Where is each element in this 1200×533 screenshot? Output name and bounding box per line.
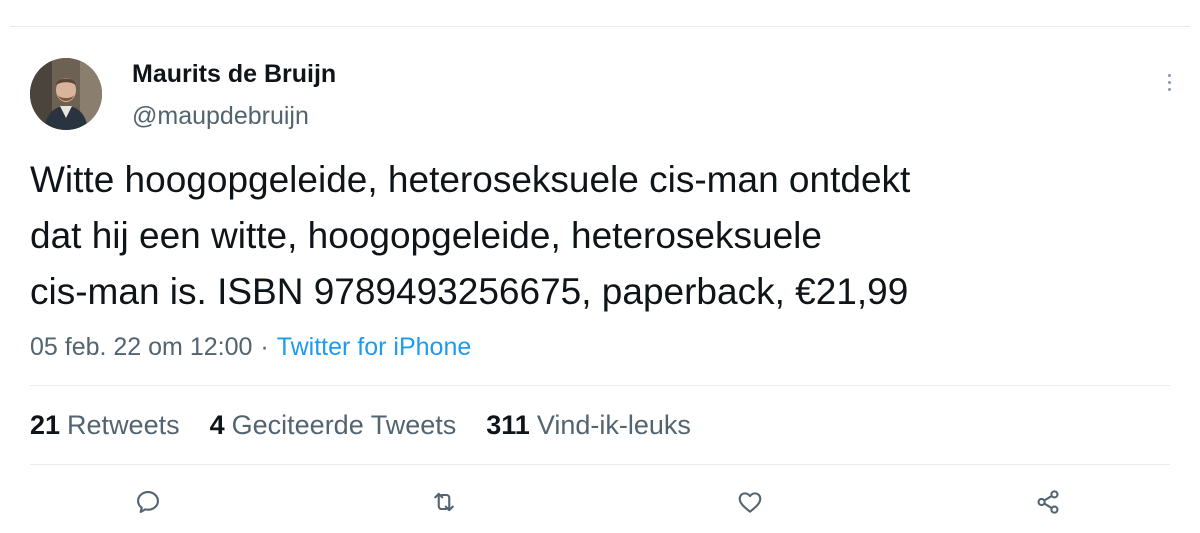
top-divider — [10, 26, 1190, 27]
avatar[interactable] — [30, 58, 102, 130]
quotes-stat[interactable]: 4 Geciteerde Tweets — [210, 410, 457, 441]
quotes-label: Geciteerde Tweets — [231, 410, 457, 440]
tweet-meta: 05 feb. 22 om 12:00 · Twitter for iPhone — [30, 333, 471, 362]
reply-icon — [137, 491, 159, 513]
retweets-stat[interactable]: 21 Retweets — [30, 410, 180, 441]
likes-count: 311 — [486, 410, 530, 440]
avatar-photo — [30, 58, 102, 130]
tweet-source-link[interactable]: Twitter for iPhone — [277, 333, 472, 361]
meta-separator: · — [260, 333, 269, 361]
tweet-text-line: cis-man is. ISBN 9789493256675, paperbac… — [30, 271, 909, 312]
divider — [30, 385, 1170, 386]
tweet-text: Witte hoogopgeleide, heteroseksuele cis-… — [30, 152, 1170, 320]
retweet-button[interactable] — [428, 486, 460, 518]
more-options-button[interactable] — [1158, 68, 1180, 96]
tweet-stats: 21 Retweets 4 Geciteerde Tweets 311 Vind-ik… — [30, 410, 691, 441]
more-dot-icon — [1167, 80, 1171, 84]
tweet-text-line: Witte hoogopgeleide, heteroseksuele cis-… — [30, 159, 911, 200]
more-dot-icon — [1167, 73, 1171, 77]
retweets-count: 21 — [30, 410, 61, 440]
retweet-icon — [434, 492, 454, 512]
likes-label: Vind-ik-leuks — [536, 410, 691, 440]
like-button[interactable] — [734, 486, 766, 518]
share-icon — [1037, 490, 1059, 514]
share-button[interactable] — [1032, 486, 1064, 518]
author-display-name[interactable]: Maurits de Bruijn — [132, 60, 336, 89]
retweets-label: Retweets — [67, 410, 180, 440]
tweet-timestamp[interactable]: 05 feb. 22 om 12:00 — [30, 333, 252, 361]
divider — [30, 464, 1170, 465]
reply-button[interactable] — [132, 486, 164, 518]
author-handle[interactable]: @maupdebruijn — [132, 102, 309, 131]
likes-stat[interactable]: 311 Vind-ik-leuks — [486, 410, 691, 441]
more-dot-icon — [1167, 87, 1171, 91]
heart-icon — [738, 492, 762, 513]
quotes-count: 4 — [209, 410, 225, 440]
tweet-text-line: dat hij een witte, hoogopgeleide, hetero… — [30, 215, 822, 256]
